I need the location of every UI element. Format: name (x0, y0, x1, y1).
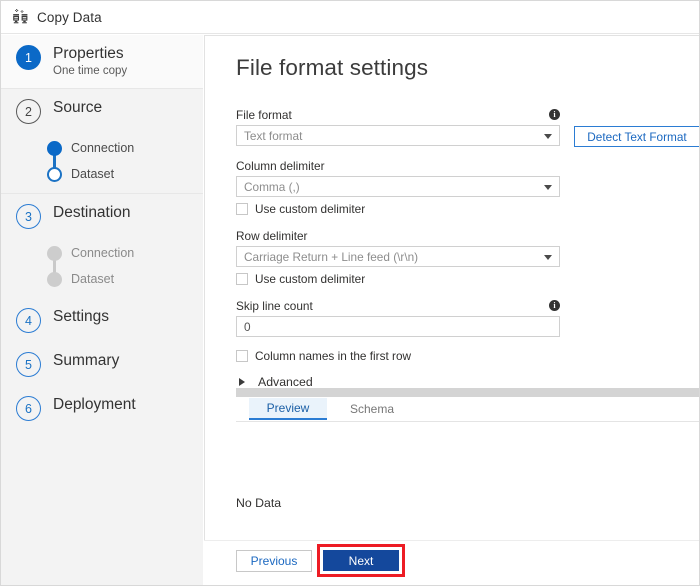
file-format-settings-form: File format i Text format Detect Text Fo… (236, 108, 699, 510)
row-delimiter-custom-row[interactable]: Use custom delimiter (236, 272, 699, 286)
skip-line-count-input[interactable]: 0 (236, 316, 560, 337)
substep-label-destination-dataset: Dataset (71, 272, 115, 286)
preview-tabs: Preview Schema (236, 398, 699, 422)
step-marker-4: 4 (16, 308, 41, 333)
chevron-down-icon (544, 134, 552, 139)
page-title: File format settings (236, 55, 429, 80)
sidebar-substep-source-connection[interactable]: Connection (1, 135, 203, 161)
step-label-summary: Summary (53, 352, 120, 369)
wizard-footer: Previous Next (204, 540, 699, 585)
step-marker-1: 1 (16, 45, 41, 70)
sidebar-step-source[interactable]: 2 Source (1, 89, 203, 133)
chevron-right-icon (239, 378, 245, 386)
field-column-delimiter: Column delimiter Comma (,) Use custom de… (236, 159, 699, 216)
preview-horizontal-scrollbar[interactable] (236, 388, 699, 397)
column-delimiter-value: Comma (,) (244, 179, 300, 194)
substep-label-source-dataset: Dataset (71, 167, 115, 181)
sidebar-substep-destination-dataset[interactable]: Dataset (1, 266, 203, 292)
sidebar-substep-source-dataset[interactable]: Dataset (1, 161, 203, 187)
file-format-value: Text format (244, 128, 303, 143)
substep-marker-dataset (47, 271, 62, 287)
file-format-select[interactable]: Text format (236, 125, 560, 146)
use-custom-delimiter-label: Use custom delimiter (255, 272, 366, 286)
step-label-deployment: Deployment (53, 396, 136, 413)
step-sublabel-properties: One time copy (53, 65, 128, 77)
main-content-panel: File format settings File format i Text … (204, 35, 699, 585)
column-delimiter-custom-row[interactable]: Use custom delimiter (236, 202, 699, 216)
field-row-delimiter: Row delimiter Carriage Return + Line fee… (236, 229, 699, 286)
tab-preview[interactable]: Preview (249, 398, 327, 420)
step-marker-5: 5 (16, 352, 41, 377)
sidebar-step-properties[interactable]: 1 Properties One time copy (1, 35, 203, 88)
label-row-delimiter: Row delimiter (236, 229, 308, 243)
row-delimiter-value: Carriage Return + Line feed (\r\n) (244, 249, 419, 264)
advanced-expander[interactable]: Advanced (236, 375, 699, 389)
next-button-highlight: Next (317, 544, 405, 577)
label-column-delimiter: Column delimiter (236, 159, 325, 173)
sidebar-step-deployment[interactable]: 6 Deployment (1, 386, 203, 430)
source-substeps: Connection Dataset (1, 133, 203, 193)
column-names-first-row-row[interactable]: Column names in the first row (236, 349, 699, 363)
chevron-down-icon (544, 185, 552, 190)
sidebar-step-destination[interactable]: 3 Destination (1, 194, 203, 238)
window-title: Copy Data (37, 9, 102, 25)
use-custom-delimiter-checkbox[interactable] (236, 273, 248, 285)
use-custom-delimiter-label: Use custom delimiter (255, 202, 366, 216)
copy-data-icon (13, 9, 28, 24)
wizard-steps-sidebar: 1 Properties One time copy 2 Source Conn… (1, 35, 203, 585)
step-marker-6: 6 (16, 396, 41, 421)
preview-empty-message: No Data (236, 496, 282, 510)
label-skip-line-count: Skip line count (236, 299, 313, 313)
step-marker-2: 2 (16, 99, 41, 124)
copy-data-wizard-window: Copy Data 1 Properties One time copy 2 S… (0, 0, 700, 586)
column-delimiter-select[interactable]: Comma (,) (236, 176, 560, 197)
step-label-settings: Settings (53, 308, 110, 325)
step-label-properties: Properties (53, 45, 124, 62)
previous-button[interactable]: Previous (236, 550, 312, 572)
advanced-label: Advanced (258, 375, 313, 389)
sidebar-step-summary[interactable]: 5 Summary (1, 342, 203, 386)
step-label-destination: Destination (53, 204, 131, 221)
tab-schema[interactable]: Schema (337, 398, 407, 420)
destination-substeps: Connection Dataset (1, 238, 203, 298)
use-custom-delimiter-checkbox[interactable] (236, 203, 248, 215)
info-icon[interactable]: i (549, 300, 560, 311)
substep-marker-connection (47, 245, 62, 261)
chevron-down-icon (544, 255, 552, 260)
row-delimiter-select[interactable]: Carriage Return + Line feed (\r\n) (236, 246, 560, 267)
label-file-format: File format (236, 108, 292, 122)
substep-marker-connection (47, 140, 62, 156)
detect-text-format-button[interactable]: Detect Text Format (574, 126, 699, 147)
info-icon[interactable]: i (549, 109, 560, 120)
sidebar-step-settings[interactable]: 4 Settings (1, 298, 203, 342)
column-names-first-row-checkbox[interactable] (236, 350, 248, 362)
step-label-source: Source (53, 99, 103, 116)
field-skip-line-count: Skip line count i 0 (236, 299, 699, 337)
substep-label-destination-connection: Connection (71, 246, 135, 260)
step-marker-3: 3 (16, 204, 41, 229)
sidebar-substep-destination-connection[interactable]: Connection (1, 240, 203, 266)
window-titlebar: Copy Data (1, 1, 699, 34)
substep-marker-dataset (47, 166, 62, 182)
next-button[interactable]: Next (323, 550, 399, 571)
column-names-first-row-label: Column names in the first row (255, 349, 412, 363)
substep-label-source-connection: Connection (71, 141, 135, 155)
